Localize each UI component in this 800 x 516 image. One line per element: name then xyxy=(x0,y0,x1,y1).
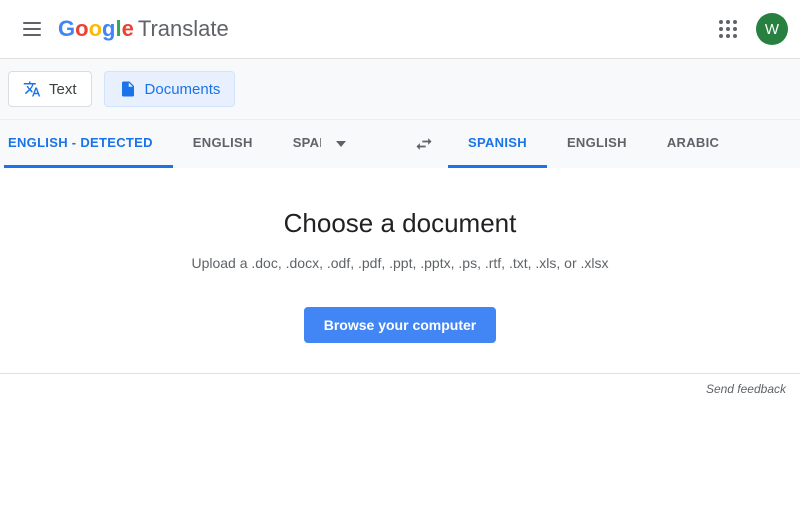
upload-subtitle: Upload a .doc, .docx, .odf, .pdf, .ppt, … xyxy=(8,255,792,271)
documents-mode-label: Documents xyxy=(145,81,221,98)
upload-title: Choose a document xyxy=(8,208,792,239)
source-lang-tab-spanish[interactable]: SPANISH xyxy=(273,120,321,168)
source-language-group: ENGLISH - DETECTED ENGLISH SPANISH xyxy=(4,120,400,168)
main-menu-button[interactable] xyxy=(12,9,52,49)
browse-computer-button[interactable]: Browse your computer xyxy=(304,307,496,343)
source-lang-more-button[interactable] xyxy=(321,120,361,168)
source-lang-tab-detected[interactable]: ENGLISH - DETECTED xyxy=(4,120,173,168)
translate-icon xyxy=(23,80,41,98)
document-upload-area: Choose a document Upload a .doc, .docx, … xyxy=(0,168,800,374)
text-mode-label: Text xyxy=(49,81,77,98)
target-language-group: SPANISH ENGLISH ARABIC xyxy=(448,120,800,168)
avatar-letter: W xyxy=(765,21,779,38)
swap-horiz-icon xyxy=(414,134,434,154)
text-mode-button[interactable]: Text xyxy=(8,71,92,107)
account-avatar[interactable]: W xyxy=(756,13,788,45)
app-header: Google Translate W xyxy=(0,0,800,59)
target-lang-tab-english[interactable]: ENGLISH xyxy=(547,120,647,168)
target-lang-tab-spanish[interactable]: SPANISH xyxy=(448,120,547,168)
chevron-down-icon xyxy=(336,141,346,147)
documents-mode-button[interactable]: Documents xyxy=(104,71,236,107)
send-feedback-link[interactable]: Send feedback xyxy=(0,374,800,404)
product-name: Translate xyxy=(138,16,229,42)
language-selector-row: ENGLISH - DETECTED ENGLISH SPANISH SPANI… xyxy=(0,120,800,168)
document-icon xyxy=(119,80,137,98)
google-translate-logo[interactable]: Google Translate xyxy=(58,16,229,42)
target-lang-tab-arabic[interactable]: ARABIC xyxy=(647,120,739,168)
translate-mode-tabs: Text Documents xyxy=(0,59,800,120)
google-apps-button[interactable] xyxy=(708,9,748,49)
apps-grid-icon xyxy=(719,20,737,38)
hamburger-icon xyxy=(23,22,41,36)
source-lang-tab-english[interactable]: ENGLISH xyxy=(173,120,273,168)
swap-languages-button[interactable] xyxy=(400,120,448,168)
